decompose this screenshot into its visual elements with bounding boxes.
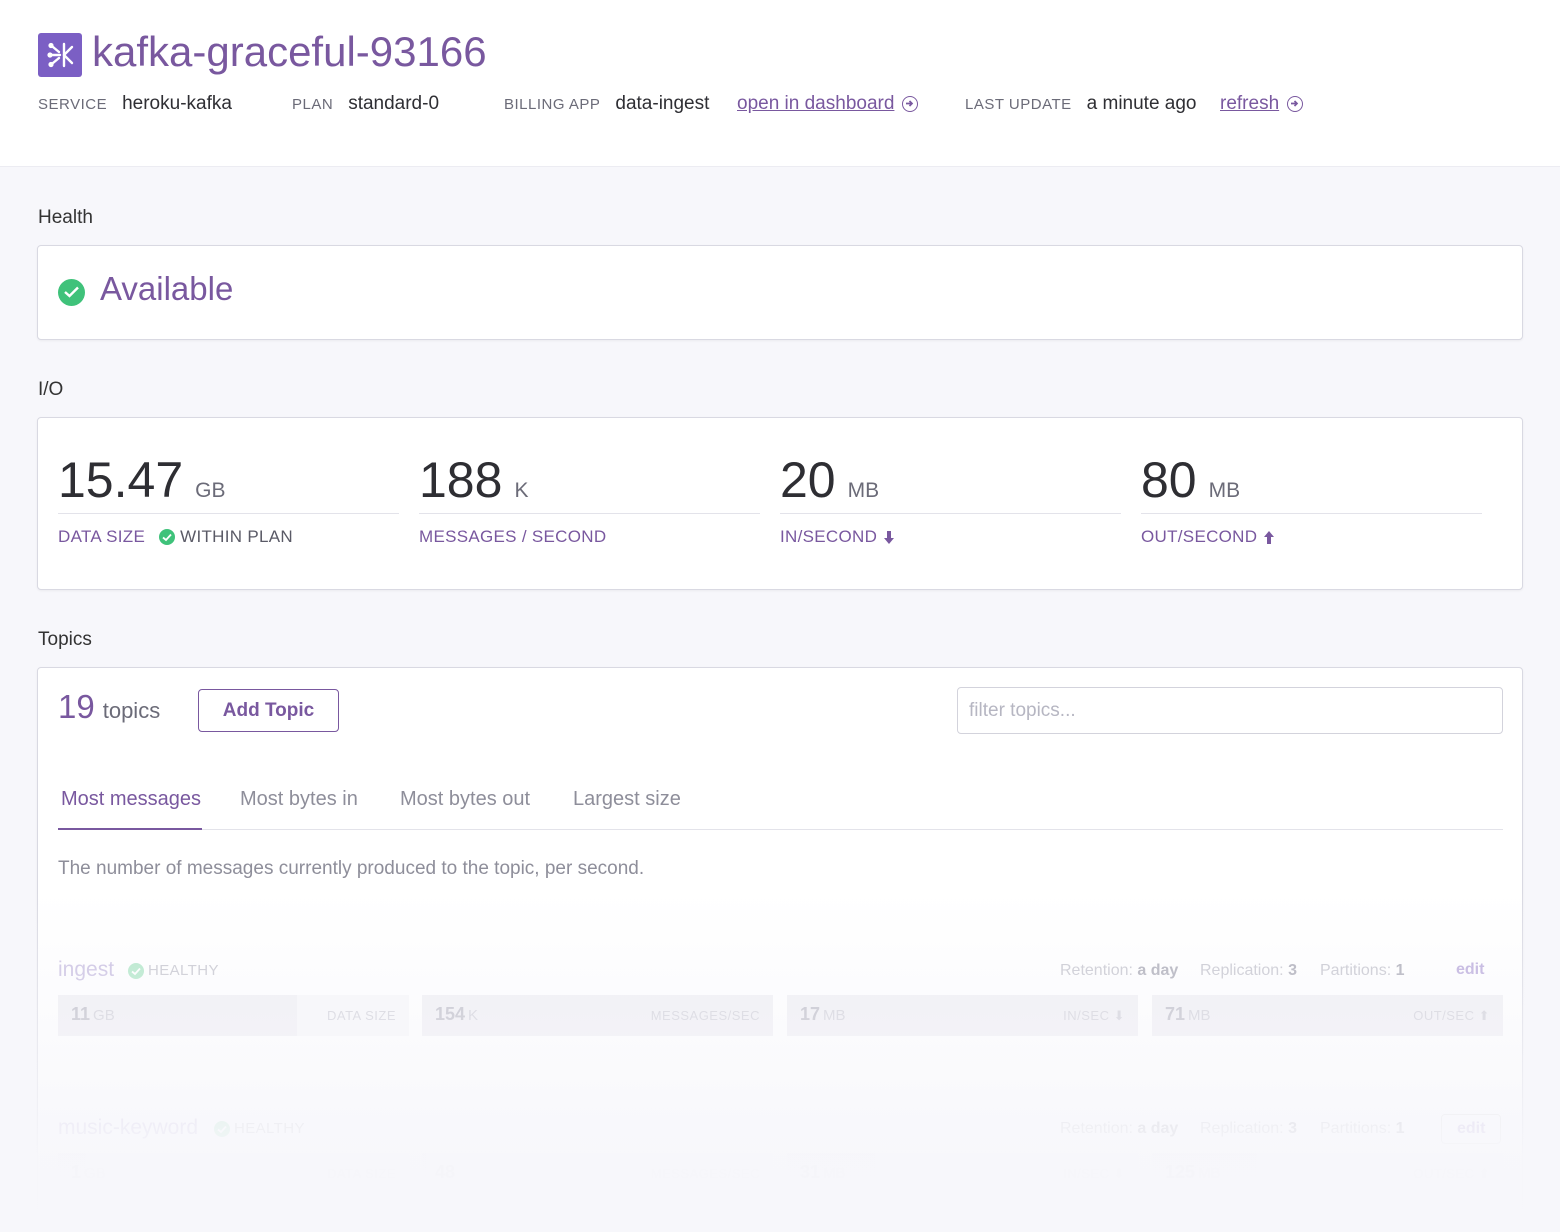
arrow-down-icon: [884, 530, 895, 544]
out-second-metric: 80 MB OUT/SECOND: [1141, 450, 1482, 547]
topic-stats: 11 GB DATA SIZE 154 K MESSAGES/SEC 17 MB IN…: [58, 995, 1503, 1036]
topic-status-text: HEALTHY: [234, 1120, 305, 1137]
arrow-right-circle-icon: [1287, 96, 1304, 112]
service-label: SERVICE: [38, 95, 108, 113]
last-update-value: a minute ago: [1086, 93, 1197, 114]
topic-status: HEALTHY: [214, 1120, 305, 1137]
metric-value: 80: [1141, 452, 1197, 508]
metric-value: 15.47: [58, 452, 184, 508]
metric-label: OUT/SECOND: [1141, 527, 1258, 546]
within-plan-badge: WITHIN PLAN: [180, 527, 293, 546]
topic-edit-link[interactable]: edit: [1456, 961, 1484, 979]
refresh-text[interactable]: refresh: [1220, 93, 1279, 115]
add-topic-button[interactable]: Add Topic: [198, 689, 339, 732]
check-circle-icon: [58, 279, 85, 306]
metric-value: 20: [780, 452, 836, 508]
topic-retention: Retention: a day: [1060, 1120, 1179, 1137]
topic-name[interactable]: music-keyword: [58, 1116, 198, 1140]
check-circle-icon: [159, 529, 176, 545]
metric-label: IN/SECOND: [780, 527, 878, 546]
topic-name[interactable]: ingest: [58, 958, 114, 982]
health-card: Available: [37, 245, 1523, 340]
service-info: SERVICE heroku-kafka: [38, 90, 232, 118]
topic-status-text: HEALTHY: [148, 962, 219, 979]
topic-sort-tabs: Most messages Most bytes in Most bytes o…: [58, 780, 1503, 830]
topic-stat-in: 17 MB IN/SEC ⬇: [787, 995, 1138, 1036]
metric-unit: MB: [1208, 479, 1241, 502]
billing-info: BILLING APP data-ingest: [504, 90, 709, 118]
topics-section-title: Topics: [38, 629, 92, 650]
topic-replication: Replication: 3: [1200, 1120, 1297, 1137]
service-value: heroku-kafka: [122, 93, 232, 114]
plan-label: PLAN: [292, 95, 334, 113]
topic-edit-button[interactable]: edit: [1441, 1114, 1502, 1144]
topic-status: HEALTHY: [128, 962, 219, 979]
last-update-label: LAST UPDATE: [965, 95, 1072, 113]
topic-stat-data-size: 11 GB DATA SIZE: [58, 995, 409, 1036]
topic-replication: Replication: 3: [1200, 962, 1297, 979]
health-section-title: Health: [38, 207, 93, 228]
metric-unit: GB: [195, 479, 226, 502]
tab-largest-size[interactable]: Largest size: [573, 788, 681, 811]
io-section-title: I/O: [38, 379, 64, 400]
stat-fill-bar: [422, 1153, 426, 1194]
in-second-metric: 20 MB IN/SECOND: [780, 450, 1121, 547]
io-card: 15.47 GB DATA SIZE WITHIN PLAN 188 K MES…: [37, 417, 1523, 590]
metric-unit: MB: [847, 479, 880, 502]
refresh-link[interactable]: refresh: [1220, 90, 1304, 118]
active-tab-indicator: [58, 828, 202, 830]
open-dashboard-text[interactable]: open in dashboard: [737, 93, 894, 115]
app-title: kafka-graceful-93166: [92, 28, 487, 75]
topic-stat-messages: 154 K MESSAGES/SEC: [422, 995, 773, 1036]
health-status: Available: [100, 270, 234, 307]
plan-info: PLAN standard-0: [292, 90, 439, 118]
topic-partitions: Partitions: 1: [1320, 962, 1405, 979]
topics-card: 19 topics Add Topic Most messages Most b…: [37, 667, 1523, 1232]
arrow-right-circle-icon: [902, 96, 919, 112]
topic-stats: 1 GB DATA SIZE 48 MESSAGES/SEC 31 MB IN/SE…: [58, 1153, 1503, 1194]
billing-label: BILLING APP: [504, 95, 601, 113]
last-update-info: LAST UPDATE a minute ago: [965, 90, 1197, 118]
metric-value: 188: [419, 452, 503, 508]
header: kafka-graceful-93166 SERVICE heroku-kafk…: [0, 0, 1560, 167]
topic-stat-messages: 48 MESSAGES/SEC: [422, 1153, 773, 1194]
topic-stat-out: 125 MB OUT/SEC ⬆: [1152, 1153, 1503, 1194]
check-circle-icon: [128, 962, 144, 979]
topic-partitions: Partitions: 1: [1320, 1120, 1405, 1137]
billing-value: data-ingest: [615, 93, 710, 114]
metric-unit: K: [514, 479, 529, 502]
topics-count-label: topics: [102, 698, 161, 723]
metric-label: DATA SIZE: [58, 527, 146, 546]
topics-count: 19 topics: [58, 688, 160, 726]
topic-stat-in: 31 MB IN/SEC ⬇: [787, 1153, 1138, 1194]
data-size-metric: 15.47 GB DATA SIZE WITHIN PLAN: [58, 450, 399, 547]
filter-topics-input[interactable]: [957, 687, 1503, 734]
tab-description: The number of messages currently produce…: [58, 858, 645, 879]
plan-value: standard-0: [348, 93, 440, 114]
metric-label: MESSAGES / SECOND: [419, 527, 607, 546]
tab-most-bytes-in[interactable]: Most bytes in: [240, 788, 358, 811]
tab-most-bytes-out[interactable]: Most bytes out: [400, 788, 530, 811]
topic-retention: Retention: a day: [1060, 962, 1179, 979]
arrow-up-icon: [1264, 530, 1275, 544]
tab-most-messages[interactable]: Most messages: [61, 788, 201, 811]
messages-metric: 188 K MESSAGES / SECOND: [419, 450, 760, 547]
open-dashboard-link[interactable]: open in dashboard: [737, 90, 919, 118]
topic-stat-out: 71 MB OUT/SEC ⬆: [1152, 995, 1503, 1036]
topics-count-number: 19: [58, 688, 95, 725]
check-circle-icon: [214, 1120, 230, 1137]
topic-stat-data-size: 1 GB DATA SIZE: [58, 1153, 409, 1194]
kafka-logo-icon: [38, 33, 82, 77]
